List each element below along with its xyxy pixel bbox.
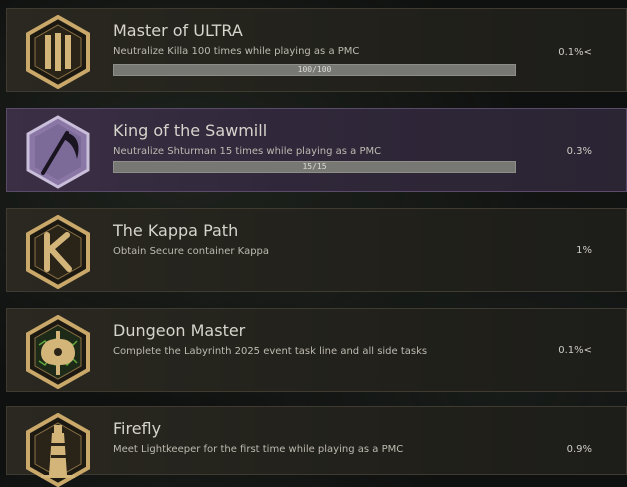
progress-bar: 100/100 bbox=[113, 64, 516, 76]
achievement-description: Obtain Secure container Kappa bbox=[113, 246, 270, 257]
progress-text: 15/15 bbox=[302, 162, 327, 171]
kappa-icon bbox=[26, 215, 90, 289]
achievement-card[interactable]: The Kappa Path Obtain Secure container K… bbox=[6, 208, 627, 292]
rarity-percent: 0.1%< bbox=[558, 47, 592, 58]
rarity-percent: 1% bbox=[576, 245, 592, 256]
achievement-description: Complete the Labyrinth 2025 event task l… bbox=[113, 346, 428, 357]
rarity-percent: 0.3% bbox=[566, 146, 592, 157]
rarity-percent: 0.1%< bbox=[558, 345, 592, 356]
achievement-description: Neutralize Shturman 15 times while playi… bbox=[113, 146, 382, 157]
achievement-description: Neutralize Killa 100 times while playing… bbox=[113, 46, 360, 57]
achievement-card[interactable]: Master of ULTRA Neutralize Killa 100 tim… bbox=[6, 8, 627, 92]
achievement-title: Dungeon Master bbox=[113, 321, 246, 340]
scythe-icon bbox=[26, 115, 90, 189]
lighthouse-icon bbox=[26, 413, 90, 487]
achievement-card[interactable]: Dungeon Master Complete the Labyrinth 20… bbox=[6, 308, 627, 392]
achievement-card[interactable]: King of the Sawmill Neutralize Shturman … bbox=[6, 108, 627, 192]
progress-text: 100/100 bbox=[297, 65, 332, 74]
triple-bars-icon bbox=[26, 15, 90, 89]
achievement-title: King of the Sawmill bbox=[113, 121, 268, 140]
achievements-list: Master of ULTRA Neutralize Killa 100 tim… bbox=[0, 0, 627, 487]
achievement-title: The Kappa Path bbox=[113, 221, 239, 240]
achievement-card[interactable]: Firefly Meet Lightkeeper for the first t… bbox=[6, 406, 627, 487]
rarity-percent: 0.9% bbox=[566, 444, 592, 455]
achievement-title: Master of ULTRA bbox=[113, 21, 243, 40]
achievement-title: Firefly bbox=[113, 419, 162, 438]
battle-axe-icon bbox=[26, 315, 90, 389]
achievement-description: Meet Lightkeeper for the first time whil… bbox=[113, 444, 404, 455]
progress-bar: 15/15 bbox=[113, 161, 516, 173]
